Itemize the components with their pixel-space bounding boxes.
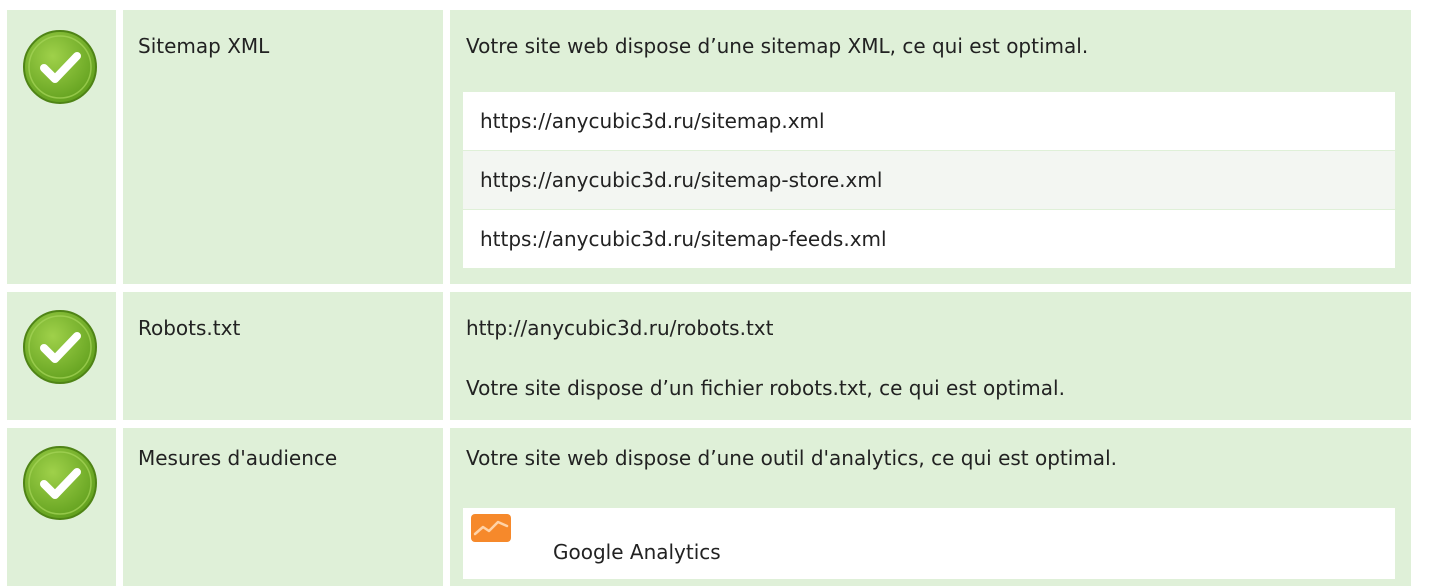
status-cell-sitemap [7, 10, 116, 284]
status-message: Votre site dispose d’un fichier robots.t… [466, 376, 1065, 400]
row-label: Mesures d'audience [138, 446, 338, 470]
check-circle-icon [21, 308, 99, 386]
status-cell-robots [7, 292, 116, 420]
status-cell-analytics [7, 428, 116, 586]
robots-url: http://anycubic3d.ru/robots.txt [466, 316, 774, 340]
analytics-tools-list: Google Analytics [463, 508, 1395, 579]
label-cell-sitemap: Sitemap XML [123, 10, 443, 284]
list-item: https://anycubic3d.ru/sitemap-store.xml [463, 151, 1395, 209]
sitemap-list: https://anycubic3d.ru/sitemap.xml https:… [463, 92, 1395, 268]
label-cell-robots: Robots.txt [123, 292, 443, 420]
content-cell-robots: http://anycubic3d.ru/robots.txt Votre si… [450, 292, 1411, 420]
check-circle-icon [21, 28, 99, 106]
row-label: Sitemap XML [138, 34, 270, 58]
row-label: Robots.txt [138, 316, 241, 340]
google-analytics-icon [471, 514, 511, 542]
list-item: https://anycubic3d.ru/sitemap-feeds.xml [463, 210, 1395, 268]
status-message: Votre site web dispose d’une outil d'ana… [466, 446, 1117, 470]
check-circle-icon [21, 444, 99, 522]
label-cell-analytics: Mesures d'audience [123, 428, 443, 586]
analytics-tool-name: Google Analytics [553, 540, 721, 564]
seo-checks-table: Sitemap XML Votre site web dispose d’une… [0, 0, 1449, 586]
list-item: https://anycubic3d.ru/sitemap.xml [463, 92, 1395, 150]
status-message: Votre site web dispose d’une sitemap XML… [466, 34, 1089, 58]
